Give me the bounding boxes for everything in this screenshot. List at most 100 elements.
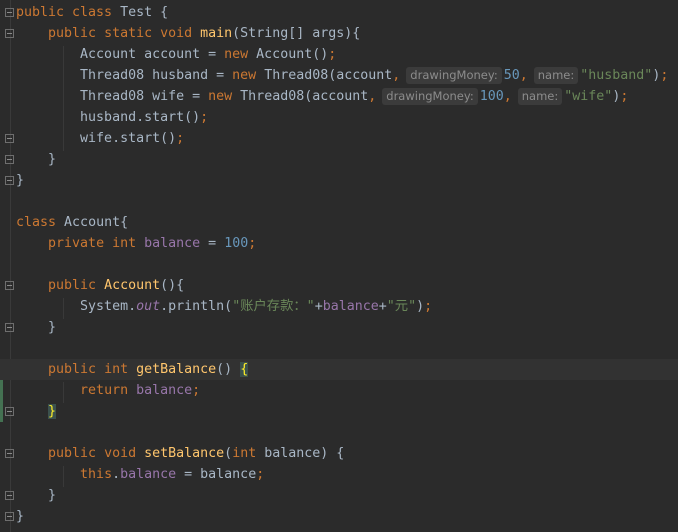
code-token: +	[378, 299, 387, 314]
code-line[interactable]: Account account = new Account();	[16, 44, 678, 65]
code-token: public static void	[48, 26, 201, 41]
code-line[interactable]: public void setBalance(int balance) {	[16, 443, 678, 464]
code-token: .println(	[160, 299, 233, 314]
code-line[interactable]: }	[16, 170, 678, 191]
fold-toggle-icon[interactable]	[5, 176, 14, 185]
indent-guide	[63, 466, 64, 487]
code-token: ;	[176, 131, 185, 146]
code-token: }	[16, 152, 57, 167]
code-line[interactable]: return balance;	[16, 380, 678, 401]
code-token: }	[16, 488, 57, 503]
code-token: ;	[660, 68, 669, 83]
code-line[interactable]: public static void main(String[] args){	[16, 23, 678, 44]
code-token: public	[48, 278, 105, 293]
code-token: Thread08 husband =	[16, 68, 233, 83]
code-token: private int	[48, 236, 145, 251]
code-token: ;	[200, 110, 209, 125]
code-line[interactable]: }	[16, 485, 678, 506]
fold-toggle-icon[interactable]	[5, 512, 14, 521]
code-line[interactable]: class Account{	[16, 212, 678, 233]
code-line[interactable]: }	[16, 401, 678, 422]
code-token: Account{	[64, 215, 129, 230]
code-token: balance	[136, 383, 193, 398]
code-token: "元"	[386, 299, 417, 314]
fold-toggle-icon[interactable]	[5, 323, 14, 332]
code-token: ()	[216, 362, 241, 377]
code-token: Account()	[256, 47, 329, 62]
fold-toggle-icon[interactable]	[5, 491, 14, 500]
code-token: =	[200, 236, 225, 251]
code-token: = balance	[176, 467, 257, 482]
code-line[interactable]: this.balance = balance;	[16, 464, 678, 485]
code-token: .	[112, 467, 121, 482]
code-line[interactable]: public class Test {	[16, 2, 678, 23]
code-token: ,	[503, 89, 512, 104]
code-token: int	[232, 446, 265, 461]
code-token: Test {	[120, 5, 169, 20]
code-token: "wife"	[564, 89, 613, 104]
code-token: ;	[620, 89, 629, 104]
code-token: balance	[322, 299, 379, 314]
code-token: "账户存款："	[232, 299, 315, 314]
code-line[interactable]: }	[16, 506, 678, 527]
fold-toggle-icon[interactable]	[5, 8, 14, 17]
code-token: {	[240, 362, 249, 377]
code-token: (){	[160, 278, 185, 293]
code-token: new	[224, 47, 257, 62]
code-token: balance	[144, 236, 201, 251]
vcs-change-marker[interactable]	[0, 380, 3, 401]
code-token: new	[208, 89, 241, 104]
code-token: this	[80, 467, 113, 482]
code-line[interactable]	[16, 254, 678, 275]
code-token: Thread08(account	[264, 68, 393, 83]
code-line[interactable]	[16, 422, 678, 443]
code-token: 100	[479, 89, 504, 104]
vcs-change-marker[interactable]	[0, 401, 3, 422]
fold-toggle-icon[interactable]	[5, 155, 14, 164]
code-line[interactable]: }	[16, 317, 678, 338]
code-token: return	[80, 383, 137, 398]
code-token: Account	[104, 278, 161, 293]
fold-toggle-icon[interactable]	[5, 29, 14, 38]
parameter-hint: drawingMoney:	[382, 88, 478, 105]
editor-gutter	[0, 0, 16, 532]
code-line[interactable]: }	[16, 149, 678, 170]
code-token: ;	[192, 383, 201, 398]
code-line[interactable]: System.out.println("账户存款："+balance+"元");	[16, 296, 678, 317]
code-token: }	[16, 320, 57, 335]
code-token: Thread08(account	[240, 89, 369, 104]
code-line[interactable]: Thread08 wife = new Thread08(account, dra…	[16, 86, 678, 107]
code-line[interactable]: private int balance = 100;	[16, 233, 678, 254]
code-token: "husband"	[580, 68, 653, 83]
code-line[interactable]: husband.start();	[16, 107, 678, 128]
indent-guide	[63, 382, 64, 403]
code-token: ;	[248, 236, 257, 251]
fold-toggle-icon[interactable]	[5, 281, 14, 290]
code-token: }	[48, 404, 57, 419]
code-token: balance) {	[264, 446, 345, 461]
code-token: class	[16, 215, 65, 230]
fold-toggle-icon[interactable]	[5, 449, 14, 458]
indent-guide	[63, 46, 64, 151]
fold-toggle-icon[interactable]	[5, 134, 14, 143]
code-token: ,	[519, 68, 528, 83]
code-line[interactable]: public Account(){	[16, 275, 678, 296]
code-editor[interactable]: public class Test { public static void m…	[0, 2, 678, 527]
code-token: husband.start()	[16, 110, 201, 125]
code-line[interactable]: wife.start();	[16, 128, 678, 149]
code-line[interactable]: Thread08 husband = new Thread08(account,…	[16, 65, 678, 86]
indent-guide	[63, 298, 64, 319]
code-token: System.	[16, 299, 137, 314]
code-line[interactable]	[16, 191, 678, 212]
code-token: ,	[368, 89, 377, 104]
code-token: new	[232, 68, 265, 83]
code-line[interactable]	[16, 338, 678, 359]
fold-toggle-icon[interactable]	[5, 407, 14, 416]
code-token: setBalance	[144, 446, 225, 461]
code-line[interactable]: public int getBalance() {	[0, 359, 678, 380]
